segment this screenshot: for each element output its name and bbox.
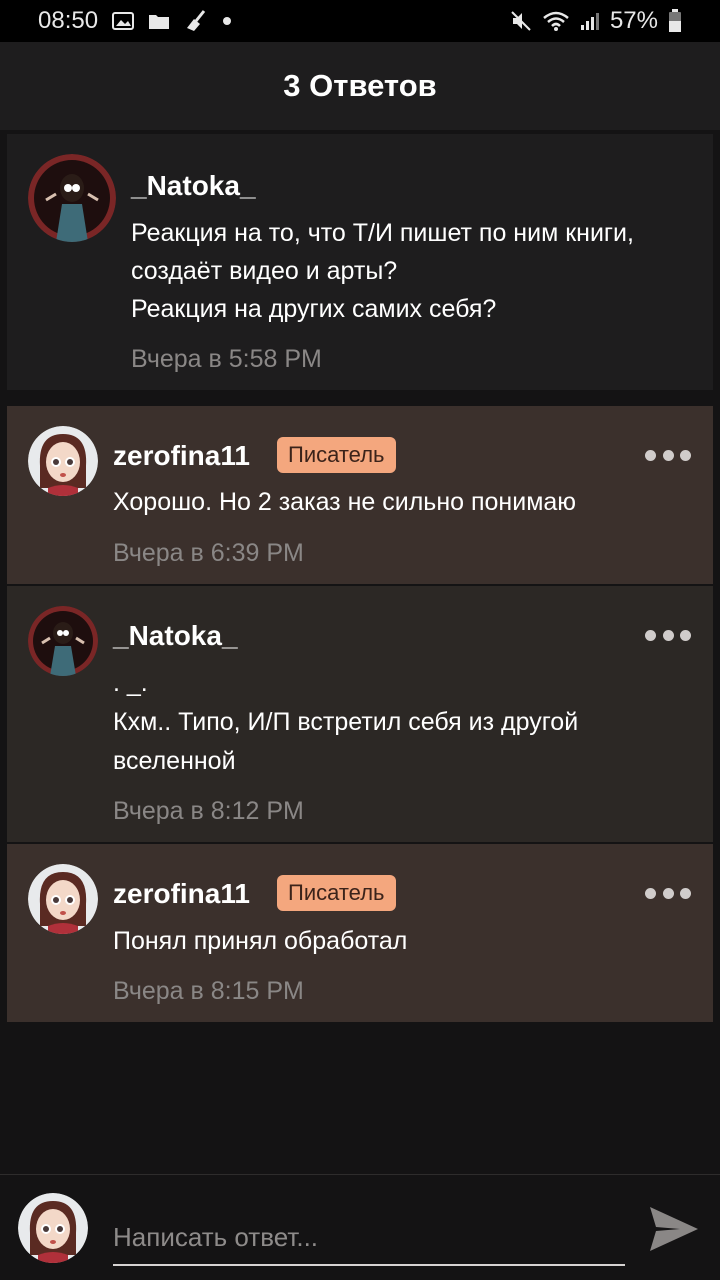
timestamp: Вчера в 8:15 PM [113,977,304,1005]
status-bar: 08:50 57% [0,0,720,42]
more-options-button[interactable] [645,883,691,903]
avatar[interactable] [28,426,98,496]
avatar [18,1193,88,1263]
more-options-button[interactable] [645,625,691,645]
comment-text-line: Понял принял обработал [113,927,408,955]
avatar[interactable] [28,606,98,676]
comment-text-line: вселенной [113,747,236,775]
folder-icon [148,12,170,30]
reply-item: zerofina11 Писатель Понял принял обработ… [7,844,713,1022]
reply-item: zerofina11 Писатель Хорошо. Но 2 заказ н… [7,406,713,584]
root-comment: _Natoka_ Реакция на то, что Т/И пишет по… [7,134,713,390]
timestamp: Вчера в 5:58 PM [131,345,322,373]
avatar[interactable] [28,154,116,242]
page-title: 3 Ответов [283,68,437,103]
username[interactable]: zerofina11 [113,440,250,472]
reply-input-bar: Написать ответ... [0,1174,720,1280]
status-left: 08:50 [38,7,232,35]
username[interactable]: _Natoka_ [131,170,256,202]
battery-icon [668,9,682,33]
reply-item: _Natoka_ . _. Кхм.. Типо, И/П встретил с… [7,586,713,842]
comment-text-line: Реакция на других самих себя? [131,295,497,323]
image-icon [112,11,135,31]
username[interactable]: _Natoka_ [113,620,238,652]
writer-badge: Писатель [277,437,396,473]
timestamp: Вчера в 6:39 PM [113,539,304,567]
broom-icon [184,10,208,32]
avatar[interactable] [28,864,98,934]
comment-text-line: Кхм.. Типо, И/П встретил себя из другой [113,708,579,736]
reply-input[interactable]: Написать ответ... [113,1210,625,1266]
comment-text-line: создаёт видео и арты? [131,257,398,285]
more-options-button[interactable] [645,445,691,465]
writer-badge: Писатель [277,875,396,911]
wifi-icon [542,10,570,32]
comment-text-line: Хорошо. Но 2 заказ не сильно понимаю [113,488,577,516]
header: 3 Ответов [0,42,720,130]
comment-text-line: Реакция на то, что Т/И пишет по ним книг… [131,219,634,247]
comment-text-line: . _. [113,669,148,697]
status-time: 08:50 [38,7,99,34]
username[interactable]: zerofina11 [113,878,250,910]
timestamp: Вчера в 8:12 PM [113,797,304,825]
signal-icon [580,11,600,31]
mute-icon [510,10,532,32]
send-icon[interactable] [646,1203,702,1255]
battery-percent: 57% [609,7,658,34]
status-right: 57% [510,7,682,35]
dot-icon [222,16,232,26]
